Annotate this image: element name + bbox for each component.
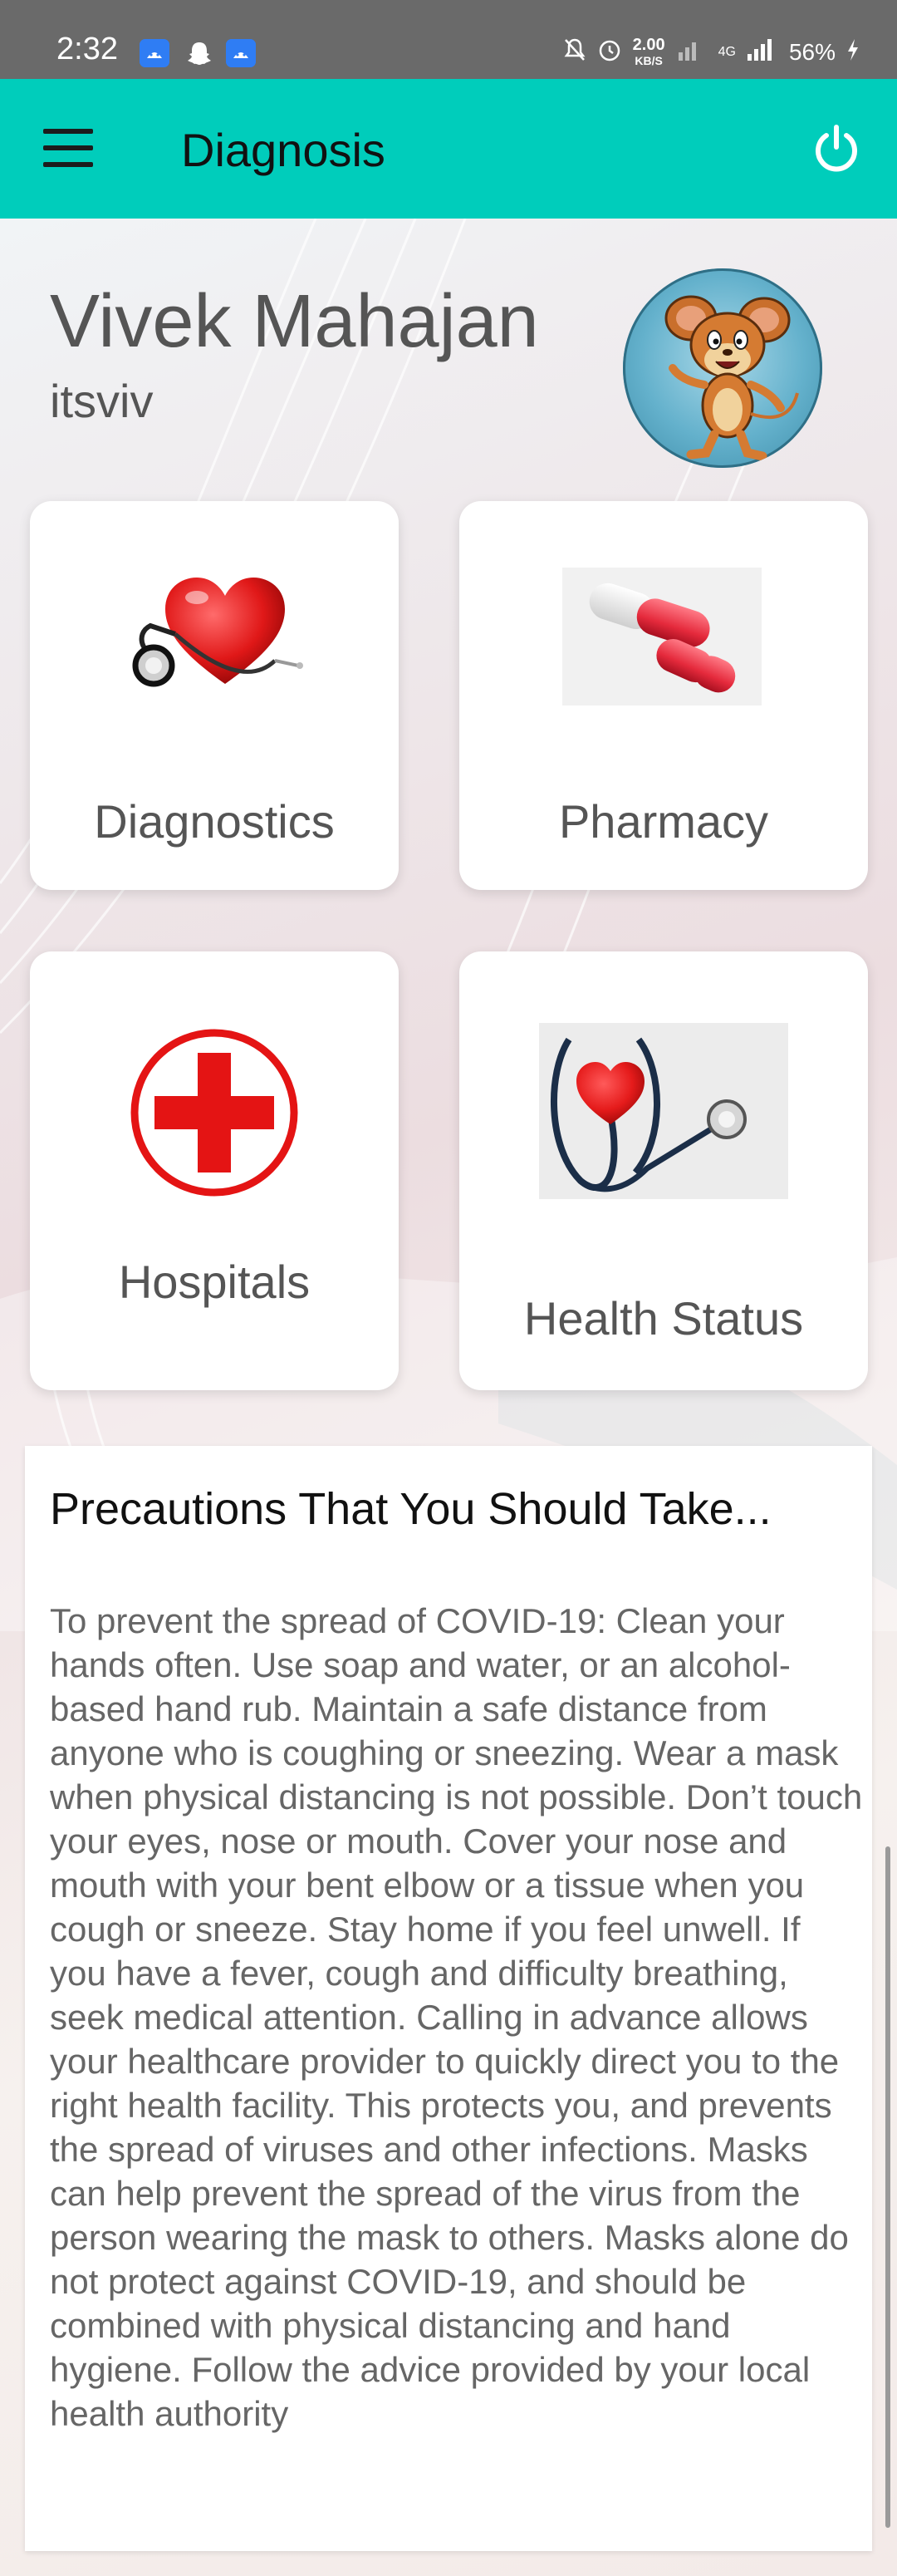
snapchat-icon (184, 39, 214, 67)
status-right-group: 2.00 KB/S 4G 56% (563, 37, 860, 67)
hospitals-label: Hospitals (118, 1256, 311, 1308)
cartoon-mouse-icon (664, 295, 799, 461)
network-type: 4G (718, 44, 736, 59)
red-cross-icon (130, 1028, 299, 1202)
pill-capsules-icon (562, 568, 762, 710)
avatar[interactable] (623, 268, 822, 468)
power-icon[interactable] (811, 122, 862, 174)
app-bar: Diagnosis (0, 79, 897, 219)
mute-icon (563, 37, 586, 66)
status-time: 2:32 (56, 32, 118, 66)
android-notification-icon (140, 39, 169, 67)
battery-level: 56% (788, 38, 836, 65)
status-bar: 2:32 2.00 KB/S 4G 56% (0, 0, 897, 79)
precautions-title: Precautions That You Should Take... (50, 1484, 772, 1534)
scrollbar[interactable] (885, 1846, 890, 2528)
network-speed-value: 2.00 (632, 35, 665, 54)
page-title: Diagnosis (181, 124, 385, 176)
hospitals-card[interactable]: Hospitals (30, 951, 399, 1390)
network-speed-unit: KB/S (635, 53, 663, 67)
profile-username: itsviv (50, 375, 154, 427)
heart-stethoscope-photo-icon (539, 1023, 788, 1203)
android-notification-icon (226, 39, 256, 67)
heart-stethoscope-icon (117, 568, 313, 705)
alarm-icon (596, 37, 623, 67)
diagnostics-label: Diagnostics (94, 795, 335, 848)
pharmacy-label: Pharmacy (558, 795, 769, 848)
profile-name: Vivek Mahajan (50, 280, 539, 363)
precautions-body: To prevent the spread of COVID-19: Clean… (50, 1601, 863, 2433)
signal-icon (675, 37, 708, 66)
signal-icon (746, 37, 779, 66)
hamburger-menu-icon[interactable] (43, 129, 95, 169)
battery-charging-icon (846, 37, 860, 66)
diagnostics-card[interactable]: Diagnostics (30, 501, 399, 890)
network-speed: 2.00 KB/S (633, 37, 665, 67)
precautions-card: Precautions That You Should Take... To p… (25, 1446, 872, 2551)
health-status-card[interactable]: Health Status (459, 951, 868, 1390)
health-status-label: Health Status (523, 1292, 804, 1345)
pharmacy-card[interactable]: Pharmacy (459, 501, 868, 890)
